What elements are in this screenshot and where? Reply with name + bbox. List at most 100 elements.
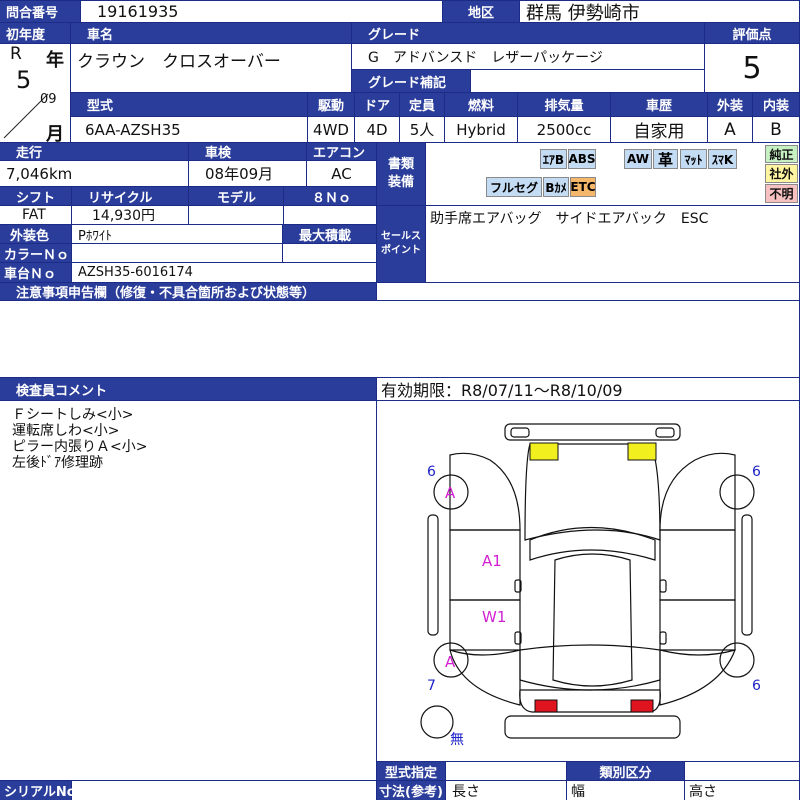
inspector-comment-box: Ｆシートしみ<小> 運転席しわ<小> ピラー内張りＡ<小> 左後ﾄﾞｱ修理跡: [0, 401, 376, 780]
damage-mark-front-left: A: [445, 484, 456, 502]
car-diagram: 6 6 7 6 A A A1 W1 無: [420, 423, 761, 748]
interior-grade-value: B: [753, 117, 799, 142]
notes-label: 注意事項申告欄（修復・不具合箇所および状態等）: [0, 283, 376, 301]
comment-line: 運転席しわ<小>: [12, 423, 120, 439]
displacement-value: 2500cc: [518, 117, 610, 142]
grade-sub-label: グレード補記: [352, 70, 470, 92]
chassis-value: AZSH35-6016174: [72, 263, 376, 282]
taillamp-left: [534, 699, 558, 713]
model-label: 型式: [71, 93, 307, 116]
drive-value: 4WD: [308, 117, 354, 142]
comment-line: 左後ﾄﾞｱ修理跡: [12, 455, 103, 471]
displacement-label: 排気量: [518, 93, 610, 116]
equip-leather: 革: [653, 149, 678, 169]
ac-value: AC: [307, 161, 376, 186]
damage-mark-rear-left: A: [445, 653, 456, 671]
month-value: 09: [40, 92, 57, 107]
door-value: 4D: [355, 117, 399, 142]
notes-header-blank: [377, 283, 799, 300]
sales-point-value: 助手席エアバッグ サイドエアバック ESC: [426, 206, 799, 282]
inspection-value: 08年09月: [189, 161, 306, 186]
exterior-color-label: 外装色: [0, 225, 71, 244]
tire-depth-fr: 6: [752, 464, 761, 480]
serial-label: シリアルNo: [0, 781, 76, 800]
taillamp-right: [630, 699, 654, 713]
exterior-grade-value: A: [708, 117, 752, 142]
status-unknown: 不明: [765, 184, 798, 203]
equip-alloy-wheel: AW: [624, 149, 652, 169]
seats-value: 5人: [400, 117, 444, 142]
first-year-label: 初年度: [0, 23, 70, 43]
model-year-label: モデル: [189, 187, 283, 206]
front-lamp-left: [510, 427, 530, 438]
equip-fullseg: フルセグ: [486, 177, 542, 197]
tire-depth-rr: 6: [752, 678, 761, 694]
month-unit: 月: [46, 124, 64, 142]
recycle-value: 14,930円: [72, 206, 188, 224]
fuel-label: 燃料: [445, 93, 517, 116]
notes-value: [0, 301, 799, 377]
car-name-value: クラウン クロスオーバー: [71, 44, 351, 92]
validity-period: 有効期限：R8/07/11～R8/10/09: [377, 378, 799, 400]
spare-tire-status: 無: [450, 732, 464, 748]
length-label: 長さ: [446, 781, 566, 800]
status-genuine: 純正: [765, 145, 798, 163]
inquiry-number: 19161935: [81, 1, 442, 22]
max-load-label: 最大積載: [283, 225, 376, 244]
door-label: ドア: [355, 93, 399, 116]
width-label: 幅: [567, 781, 684, 800]
sales-point-label: セールス ポイント: [377, 206, 425, 282]
region-label: 地区: [443, 1, 519, 22]
car-diagram-area: 6 6 7 6 A A A1 W1 無: [377, 401, 799, 761]
ac-label: エアコン: [307, 143, 376, 161]
equip-abs: ABS: [568, 149, 596, 169]
history-label: 車歴: [611, 93, 707, 116]
comment-line: Ｆシートしみ<小>: [12, 407, 134, 423]
color-no-label: カラーＮｏ: [0, 244, 71, 263]
grade-value: G アドバンスド レザーパッケージ: [352, 44, 704, 69]
interior-grade-label: 内装: [753, 93, 799, 116]
tire-depth-rl: 7: [427, 678, 436, 694]
grade-label: グレード: [352, 23, 704, 43]
equipment-label: 書類 装備: [377, 143, 425, 205]
equip-smart-key: ｽﾏK: [708, 149, 737, 169]
shift-value: FAT: [0, 206, 71, 224]
exterior-color-value: Pﾎﾜｲﾄ: [72, 225, 282, 243]
equipment-panel: ｴｱB ABS AW 革 ﾏｯﾄ ｽﾏK フルセグ Bｶﾒ ETC 純正 社外 …: [426, 143, 799, 205]
tire-depth-fl: 6: [427, 464, 436, 480]
inspector-comment-label: 検査員コメント: [0, 378, 376, 400]
front-lamp-right: [655, 427, 675, 438]
dimensions-label: 寸法(参考): [377, 781, 445, 800]
comment-line: ピラー内張りＡ<小>: [12, 439, 148, 455]
equip-mat: ﾏｯﾄ: [680, 149, 707, 169]
model-year-value: [189, 206, 283, 224]
first-year-block: R 年 5 09 月: [0, 44, 70, 142]
recycle-label: リサイクル: [72, 187, 188, 206]
max-load-value: [283, 244, 376, 262]
class-value: [685, 762, 799, 780]
equip-airbag: ｴｱB: [540, 149, 567, 169]
score-label: 評価点: [705, 23, 799, 43]
damage-mark-w1: W1: [482, 608, 506, 626]
class-label: 類別区分: [567, 762, 684, 781]
headlamp-right: [627, 442, 657, 461]
equip-back-camera: Bｶﾒ: [543, 177, 569, 197]
inquiry-label: 問合番号: [0, 1, 80, 22]
mileage-label: 走行: [0, 143, 188, 161]
status-aftermarket: 社外: [765, 164, 798, 183]
chassis-label: 車台Ｎｏ: [0, 263, 71, 282]
grade-sub-value: [471, 70, 704, 92]
exterior-grade-label: 外装: [708, 93, 752, 116]
color-no-value: [72, 244, 282, 262]
type-designation-label: 型式指定: [377, 762, 445, 781]
inspection-label: 車検: [189, 143, 306, 161]
region-value: 群馬 伊勢崎市: [520, 1, 799, 22]
drive-label: 駆動: [308, 93, 354, 116]
seats-label: 定員: [400, 93, 444, 116]
shift-label: シフト: [0, 187, 71, 206]
height-label: 高さ: [685, 781, 799, 800]
equip-etc: ETC: [570, 177, 596, 197]
history-value: 自家用: [611, 117, 707, 142]
auction-sheet: { "header": { "inquiry_label": "問合番号", "…: [0, 0, 800, 800]
serial-value: [72, 781, 376, 800]
